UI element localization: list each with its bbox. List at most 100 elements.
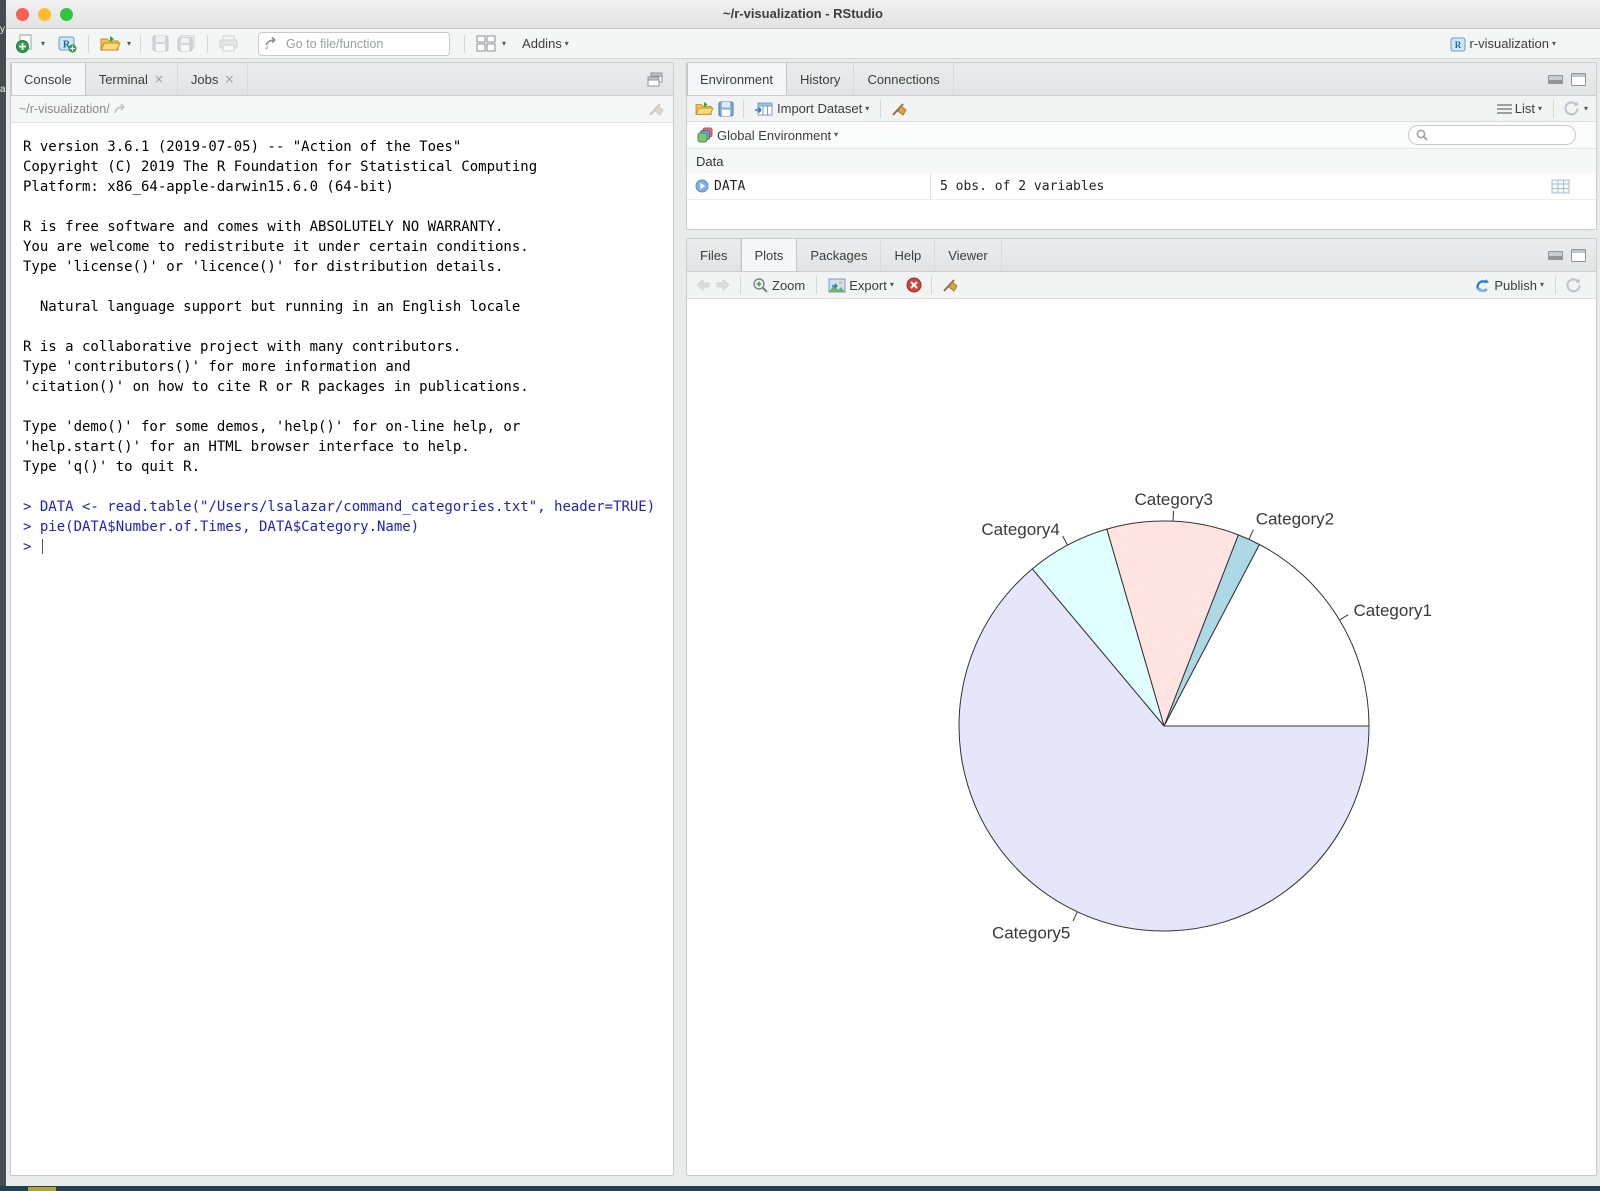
clear-console-broom-icon[interactable] [647, 100, 665, 118]
data-section-label: Data [696, 154, 723, 169]
view-table-icon[interactable] [1551, 179, 1570, 194]
plots-toolbar: Zoom Export ▾ Publish ▾ [687, 272, 1596, 299]
object-summary: 5 obs. of 2 variables [940, 179, 1104, 194]
pie-label-tick [1340, 615, 1349, 620]
pie-label-category5: Category5 [992, 924, 1070, 943]
import-dataset-icon [755, 101, 774, 117]
import-dataset-caret: ▾ [865, 105, 869, 113]
save-all-icon [177, 35, 196, 52]
remove-plot-icon[interactable] [906, 277, 922, 293]
environment-pane: Environment History Connections Import D… [686, 62, 1597, 230]
addins-button[interactable]: Addins ▾ [520, 34, 571, 53]
pie-label-tick [1249, 530, 1253, 539]
project-menu-caret: ▾ [1552, 40, 1556, 48]
console-pane: Console Terminal× Jobs× ~/r-visualizatio… [10, 62, 674, 1176]
goto-directory-icon[interactable] [114, 103, 128, 115]
import-dataset-button[interactable]: Import Dataset ▾ [753, 99, 871, 119]
environment-search [1408, 125, 1576, 145]
tab-help[interactable]: Help [881, 239, 935, 271]
desktop-bottom-edge [0, 1186, 1600, 1191]
text-cursor [42, 539, 44, 554]
export-plot-button[interactable]: Export ▾ [826, 276, 896, 295]
workspace-panes-button[interactable] [474, 33, 498, 54]
pie-label-tick [1173, 511, 1174, 521]
addins-label: Addins [522, 36, 562, 51]
rstudio-window: ~/r-visualization - RStudio ▾ R ▾ [6, 0, 1600, 1186]
clear-plots-broom-icon[interactable] [941, 276, 959, 294]
pie-chart: Category1Category2Category3Category4Cate… [687, 299, 1596, 1175]
window-title: ~/r-visualization - RStudio [6, 0, 1600, 28]
global-environment-icon [697, 127, 714, 143]
open-folder-icon [100, 35, 121, 53]
view-mode-caret: ▾ [1538, 105, 1542, 113]
clear-environment-broom-icon[interactable] [890, 100, 908, 118]
toolbar-separator [88, 35, 89, 53]
export-plot-label: Export [849, 278, 887, 293]
desktop-edge-letter-a: a [0, 84, 6, 95]
expand-object-icon[interactable] [695, 179, 709, 193]
tab-jobs[interactable]: Jobs× [178, 63, 249, 95]
publish-plot-button[interactable]: Publish ▾ [1472, 275, 1546, 296]
tab-terminal[interactable]: Terminal× [86, 63, 178, 95]
tab-connections[interactable]: Connections [854, 63, 953, 95]
main-toolbar: ▾ R ▾ ▾ Addins ▾ [6, 29, 1600, 59]
toolbar-separator [743, 100, 744, 118]
tab-environment[interactable]: Environment [687, 63, 787, 95]
print-icon [219, 35, 238, 52]
project-menu-button[interactable]: R r-visualization ▾ [1447, 33, 1559, 55]
open-file-button[interactable] [98, 33, 123, 55]
new-file-button[interactable] [14, 32, 37, 55]
save-workspace-icon[interactable] [718, 101, 734, 117]
tab-viewer[interactable]: Viewer [935, 239, 1002, 271]
close-jobs-icon[interactable]: × [224, 72, 234, 86]
publish-plot-caret: ▾ [1540, 281, 1544, 289]
environment-scope-caret: ▾ [834, 131, 838, 139]
save-all-button[interactable] [175, 33, 198, 54]
toolbar-separator [740, 276, 741, 294]
svg-text:R: R [1454, 40, 1461, 50]
toolbar-separator [1555, 276, 1556, 294]
next-plot-icon[interactable] [715, 278, 731, 292]
toolbar-separator [880, 100, 881, 118]
environment-search-input[interactable] [1433, 127, 1567, 143]
new-file-caret[interactable]: ▾ [41, 40, 45, 48]
desktop-edge-letter-y: y [0, 24, 5, 35]
tab-plots[interactable]: Plots [741, 239, 797, 271]
tab-history[interactable]: History [787, 63, 854, 95]
refresh-plot-icon[interactable] [1565, 277, 1582, 294]
workspace-panes-caret[interactable]: ▾ [502, 40, 506, 48]
console-prompt-line[interactable]: > [23, 537, 673, 557]
maximize-pane-icon[interactable] [1571, 249, 1586, 262]
toolbar-separator [464, 35, 465, 53]
load-workspace-folder-icon[interactable] [695, 101, 714, 117]
environment-object-row[interactable]: DATA 5 obs. of 2 variables [687, 173, 1596, 200]
minimize-pane-icon[interactable] [1548, 75, 1563, 84]
console-body[interactable]: R version 3.6.1 (2019-07-05) -- "Action … [11, 124, 673, 1175]
tab-packages[interactable]: Packages [797, 239, 881, 271]
plot-area: Category1Category2Category3Category4Cate… [687, 299, 1596, 1175]
goto-file-input[interactable] [284, 36, 428, 52]
environment-scope-button[interactable]: Global Environment ▾ [695, 125, 840, 145]
pie-label-category2: Category2 [1256, 510, 1334, 529]
working-directory-label: ~/r-visualization/ [19, 102, 110, 116]
zoom-plot-button[interactable]: Zoom [750, 275, 807, 296]
open-file-caret[interactable]: ▾ [127, 40, 131, 48]
tab-console[interactable]: Console [11, 63, 86, 95]
refresh-environment-caret[interactable]: ▾ [1584, 105, 1588, 113]
print-button[interactable] [217, 33, 240, 54]
new-file-icon [16, 34, 35, 53]
new-project-button[interactable]: R [55, 32, 79, 55]
refresh-environment-icon[interactable] [1563, 100, 1580, 117]
save-button[interactable] [150, 33, 171, 54]
column-divider[interactable] [930, 173, 931, 199]
maximize-pane-icon[interactable] [1571, 73, 1586, 86]
previous-plot-icon[interactable] [695, 278, 711, 292]
object-name: DATA [714, 179, 926, 194]
tab-files[interactable]: Files [687, 239, 741, 271]
console-header: ~/r-visualization/ [11, 96, 673, 123]
restore-panes-icon[interactable] [647, 72, 663, 87]
close-terminal-icon[interactable]: × [154, 72, 164, 86]
export-image-icon [828, 278, 846, 293]
environment-view-button[interactable]: List ▾ [1495, 99, 1544, 118]
minimize-pane-icon[interactable] [1548, 251, 1563, 260]
